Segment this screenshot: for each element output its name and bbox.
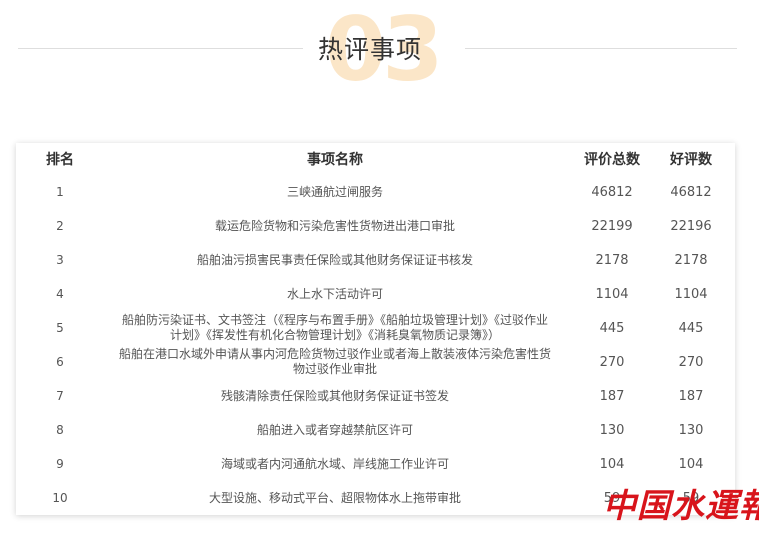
header-good: 好评数	[670, 152, 712, 168]
ranking-table: 排名 事项名称 评价总数 好评数 1 三峡通航过闸服务 46812 46812 2 载运危…	[16, 143, 735, 515]
cell-good: 445	[678, 320, 704, 336]
cell-rank: 3	[56, 252, 64, 267]
cell-rank: 8	[56, 422, 64, 437]
cell-name: 残骸清除责任保险或其他财务保证证书签发	[220, 388, 449, 403]
cell-name: 水上水下活动许可	[286, 286, 383, 301]
cell-name: 三峡通航过闸服务	[286, 184, 383, 199]
cell-name: 船舶在港口水域外申请从事内河危险货物过驳作业或者海上散装液体污染危害性货物过驳作…	[118, 347, 551, 376]
divider-right	[465, 48, 737, 49]
cell-good: 46812	[670, 184, 712, 200]
header-rank: 排名	[46, 152, 74, 168]
table-row: 2 载运危险货物和污染危害性货物进出港口审批 22199 22196	[16, 209, 735, 243]
cell-good: 187	[678, 388, 704, 404]
cell-name: 船舶防污染证书、文书签注（《程序与布置手册》《船舶垃圾管理计划》《过驳作业计划》…	[121, 313, 548, 342]
table-row: 1 三峡通航过闸服务 46812 46812	[16, 175, 735, 209]
section-header: 03 热评事项	[0, 0, 759, 110]
cell-total: 130	[599, 422, 625, 438]
header-name: 事项名称	[307, 152, 363, 168]
cell-rank: 10	[52, 490, 68, 505]
table-row: 8 船舶进入或者穿越禁航区许可 130 130	[16, 413, 735, 447]
table-header: 排名 事项名称 评价总数 好评数	[16, 143, 735, 175]
cell-good: 22196	[670, 218, 712, 234]
cell-rank: 1	[56, 184, 64, 199]
cell-total: 104	[599, 456, 625, 472]
cell-total: 46812	[591, 184, 633, 200]
cell-good: 2178	[674, 252, 708, 268]
cell-total: 22199	[591, 218, 633, 234]
cell-rank: 2	[56, 218, 64, 233]
cell-total: 187	[599, 388, 625, 404]
cell-name: 海域或者内河通航水域、岸线施工作业许可	[220, 456, 449, 471]
table-row: 6 船舶在港口水域外申请从事内河危险货物过驳作业或者海上散装液体污染危害性货物过驳…	[16, 345, 735, 379]
cell-total: 1104	[595, 286, 629, 302]
table-row: 3 船舶油污损害民事责任保险或其他财务保证证书核发 2178 2178	[16, 243, 735, 277]
header-total: 评价总数	[584, 152, 640, 168]
cell-rank: 4	[56, 286, 64, 301]
cell-good: 270	[678, 354, 704, 370]
cell-total: 2178	[595, 252, 629, 268]
cell-total: 270	[599, 354, 625, 370]
cell-rank: 6	[56, 354, 64, 369]
cell-name: 大型设施、移动式平台、超限物体水上拖带审批	[208, 490, 461, 505]
table-row: 4 水上水下活动许可 1104 1104	[16, 277, 735, 311]
cell-rank: 7	[56, 388, 64, 403]
newspaper-logo: 中国水運報	[603, 486, 759, 525]
cell-good: 1104	[674, 286, 708, 302]
cell-good: 130	[678, 422, 704, 438]
table-row: 5 船舶防污染证书、文书签注（《程序与布置手册》《船舶垃圾管理计划》《过驳作业计划…	[16, 311, 735, 345]
cell-good: 104	[678, 456, 704, 472]
section-title: 热评事项	[318, 35, 423, 64]
cell-name: 船舶进入或者穿越禁航区许可	[256, 422, 413, 437]
table-row: 7 残骸清除责任保险或其他财务保证证书签发 187 187	[16, 379, 735, 413]
cell-rank: 9	[56, 456, 64, 471]
cell-name: 载运危险货物和污染危害性货物进出港口审批	[214, 218, 455, 233]
table-row: 9 海域或者内河通航水域、岸线施工作业许可 104 104	[16, 447, 735, 481]
cell-rank: 5	[56, 320, 64, 335]
divider-left	[18, 48, 303, 49]
cell-name: 船舶油污损害民事责任保险或其他财务保证证书核发	[196, 252, 473, 267]
cell-total: 445	[599, 320, 625, 336]
